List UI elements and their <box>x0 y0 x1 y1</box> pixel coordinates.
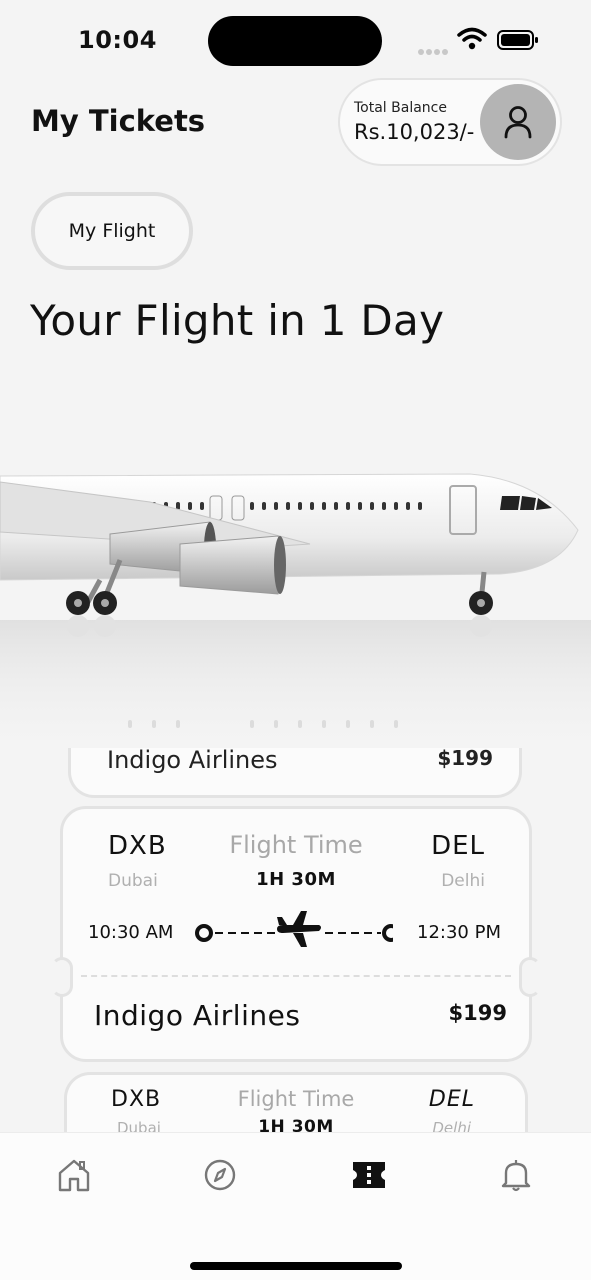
airplane-illustration <box>0 440 591 760</box>
ticket-price: $199 <box>437 748 493 770</box>
page-title: My Tickets <box>31 104 206 138</box>
nav-explore[interactable] <box>198 1153 242 1197</box>
home-indicator <box>190 1262 402 1270</box>
bell-icon <box>501 1160 531 1192</box>
arrival-time: 12:30 PM <box>417 922 501 943</box>
cellular-signal-icon <box>418 40 450 55</box>
avatar[interactable] <box>480 84 556 160</box>
bottom-nav <box>0 1132 591 1280</box>
battery-icon <box>497 30 539 50</box>
ticket-card[interactable]: DXB Dubai Flight Time 1H 30M DEL Delhi 1… <box>51 806 541 1062</box>
flight-countdown-heading: Your Flight in 1 Day <box>30 296 445 345</box>
ticket-card[interactable]: Indigo Airlines $199 <box>68 748 522 798</box>
balance-label: Total Balance <box>354 100 447 116</box>
destination-code: DEL <box>428 1087 475 1112</box>
ticket-divider <box>81 975 511 977</box>
nav-home[interactable] <box>52 1153 96 1197</box>
user-icon <box>504 106 532 139</box>
balance-value: Rs.10,023/- <box>354 120 475 144</box>
wifi-icon <box>457 27 487 51</box>
dynamic-island <box>208 16 382 66</box>
destination-code: DEL <box>431 831 485 861</box>
home-icon <box>58 1159 90 1192</box>
departure-time: 10:30 AM <box>88 922 174 943</box>
status-time: 10:04 <box>78 26 157 54</box>
ticket-notch-right <box>519 957 541 997</box>
airline-name: Indigo Airlines <box>107 748 278 774</box>
ticket-price: $199 <box>448 1001 507 1025</box>
compass-icon <box>204 1159 236 1191</box>
plane-icon <box>275 909 323 953</box>
airline-name: Indigo Airlines <box>94 999 301 1032</box>
my-flight-chip[interactable]: My Flight <box>31 192 193 270</box>
balance-card[interactable]: Total Balance Rs.10,023/- <box>338 78 562 166</box>
ticket-notch-left <box>51 957 73 997</box>
destination-city: Delhi <box>441 871 485 891</box>
nav-tickets[interactable] <box>347 1153 391 1197</box>
nav-notifications[interactable] <box>494 1153 538 1197</box>
ticket-icon <box>353 1162 385 1188</box>
